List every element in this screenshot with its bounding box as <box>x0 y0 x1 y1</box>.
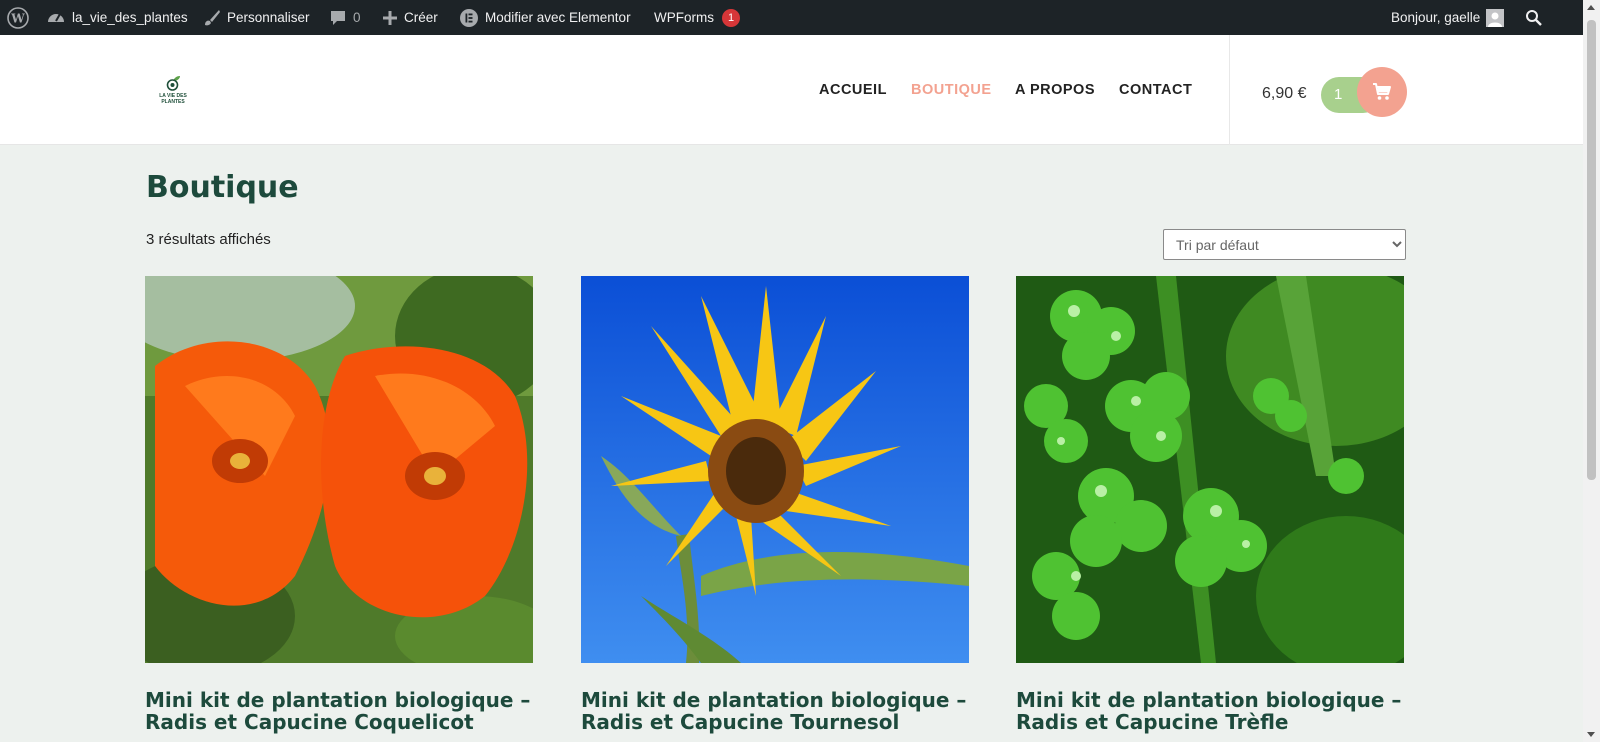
product-image-sunflower[interactable] <box>581 276 969 663</box>
product-title[interactable]: Mini kit de plantation biologique – Radi… <box>145 689 533 733</box>
elementor-edit-menu[interactable]: Modifier avec Elementor <box>459 0 631 35</box>
product-title-line-2: Radis et Capucine Coquelicot <box>145 710 474 734</box>
comments-menu[interactable]: 0 <box>329 0 361 35</box>
shopping-cart-icon <box>1373 83 1391 100</box>
wpforms-notification-badge: 1 <box>722 8 740 27</box>
product-title-line-1: Mini kit de plantation biologique – <box>145 688 531 712</box>
plus-icon <box>383 10 397 25</box>
product-card: Mini kit de plantation biologique – Radi… <box>581 276 969 733</box>
wordpress-logo-icon[interactable]: W <box>7 0 29 35</box>
admin-bar: W la_vie_des_plantes Personnaliser 0 Cré… <box>0 0 1583 35</box>
site-logo[interactable]: LA VIE DES PLANTES <box>155 75 191 113</box>
scroll-down-arrow-icon[interactable] <box>1587 732 1595 737</box>
product-card: Mini kit de plantation biologique – Radi… <box>145 276 533 733</box>
page-title: Boutique <box>146 170 299 205</box>
comment-icon <box>331 10 345 25</box>
product-title-line-2: Radis et Capucine Trèfle <box>1016 710 1289 734</box>
logo-leaf-icon <box>165 75 181 91</box>
site-name-menu[interactable]: la_vie_des_plantes <box>46 0 188 35</box>
cart-button[interactable] <box>1357 67 1407 117</box>
customize-menu[interactable]: Personnaliser <box>203 0 310 35</box>
result-count: 3 résultats affichés <box>146 231 271 248</box>
elementor-label: Modifier avec Elementor <box>485 10 631 25</box>
new-label: Créer <box>404 10 438 25</box>
product-title[interactable]: Mini kit de plantation biologique – Radi… <box>1016 689 1404 733</box>
header-divider <box>1229 35 1230 145</box>
avatar <box>1486 8 1505 27</box>
nav-item-boutique[interactable]: BOUTIQUE <box>911 82 992 98</box>
page-scrollbar[interactable] <box>1583 0 1600 742</box>
logo-text-line-2: PLANTES <box>161 99 185 105</box>
nav-item-accueil[interactable]: ACCUEIL <box>819 82 887 98</box>
svg-text:W: W <box>10 11 25 25</box>
elementor-icon <box>460 8 478 27</box>
nav-item-contact[interactable]: CONTACT <box>1119 82 1192 98</box>
user-account-menu[interactable]: Bonjour, gaelle <box>1391 0 1505 35</box>
dashboard-icon <box>48 13 64 22</box>
customize-label: Personnaliser <box>227 10 310 25</box>
product-title-line-1: Mini kit de plantation biologique – <box>1016 688 1402 712</box>
brush-icon <box>205 9 220 25</box>
comments-count: 0 <box>353 10 361 25</box>
product-image-nasturtium[interactable] <box>145 276 533 663</box>
scroll-up-arrow-icon[interactable] <box>1587 5 1595 10</box>
cart-total[interactable]: 6,90 € <box>1262 85 1306 103</box>
product-title[interactable]: Mini kit de plantation biologique – Radi… <box>581 689 969 733</box>
product-title-line-2: Radis et Capucine Tournesol <box>581 710 900 734</box>
sort-select[interactable]: Tri par défaut <box>1163 229 1406 260</box>
greeting-label: Bonjour, gaelle <box>1391 10 1481 25</box>
wpforms-label: WPForms <box>654 10 714 25</box>
site-header: LA VIE DES PLANTES ACCUEIL BOUTIQUE A PR… <box>0 35 1583 145</box>
site-name-label: la_vie_des_plantes <box>72 10 188 25</box>
nav-item-a-propos[interactable]: A PROPOS <box>1015 82 1095 98</box>
search-icon[interactable] <box>1525 0 1543 35</box>
product-image-clover[interactable] <box>1016 276 1404 663</box>
new-content-menu[interactable]: Créer <box>382 0 438 35</box>
cart-count: 1 <box>1334 86 1343 103</box>
product-title-line-1: Mini kit de plantation biologique – <box>581 688 967 712</box>
product-card: Mini kit de plantation biologique – Radi… <box>1016 276 1404 733</box>
scrollbar-thumb[interactable] <box>1587 20 1596 480</box>
wpforms-menu[interactable]: WPForms 1 <box>654 0 740 35</box>
